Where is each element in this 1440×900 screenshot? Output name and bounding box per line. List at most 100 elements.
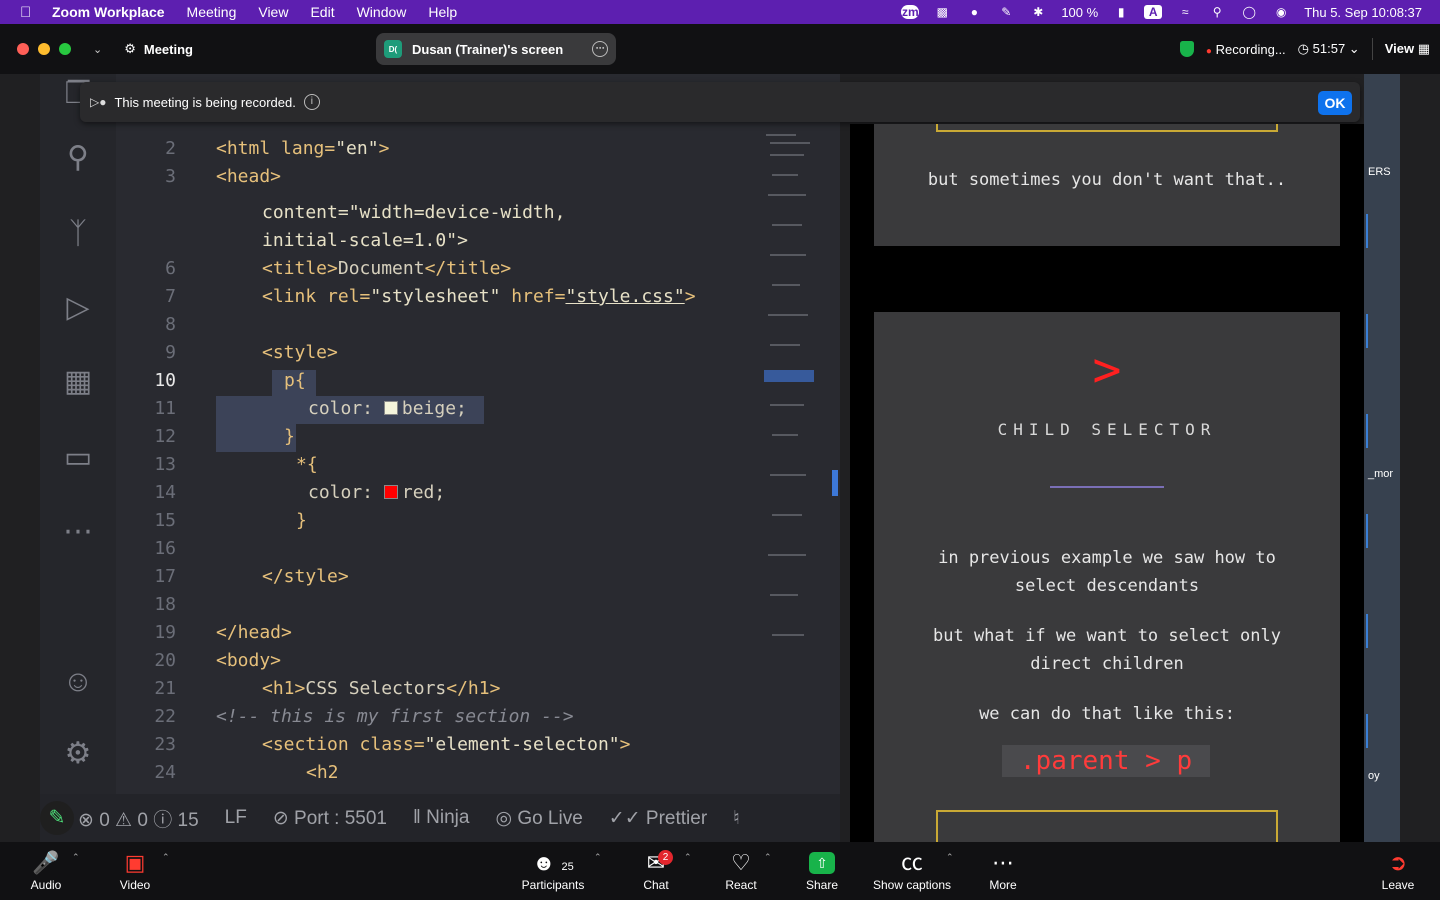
video-button[interactable]: ▣ Video (114, 848, 156, 892)
captions-icon: ㏄ (900, 850, 923, 875)
window-controls (17, 43, 71, 55)
siri-icon[interactable]: ◉ (1272, 5, 1290, 19)
line-numbers: 2 3 6 7 8 9 10 11 12 13 14 15 16 17 18 1… (116, 74, 226, 794)
eol-status[interactable]: LF (225, 807, 247, 829)
code-token: <title> (262, 258, 338, 279)
apple-icon[interactable]:  (20, 4, 36, 21)
source-control-icon[interactable]: ᛉ (58, 214, 98, 254)
audio-button[interactable]: 🎤 Audio (26, 848, 66, 892)
line-number: 18 (154, 594, 176, 615)
shared-screen-label: Dusan (Trainer)'s screen (412, 41, 564, 57)
security-shield-icon[interactable] (1179, 41, 1194, 57)
errors-count: 0 (99, 809, 110, 831)
strip-marker (1366, 414, 1368, 448)
layout-icon[interactable]: ▩ (933, 5, 951, 19)
code-area[interactable]: <html lang="en"> <head> content="width=d… (216, 74, 776, 794)
line-number: 15 (154, 510, 176, 531)
shared-screen-pill[interactable]: D( Dusan (Trainer)'s screen ⋯ (376, 33, 616, 65)
ninja-status[interactable]: ‖ Ninja (413, 807, 469, 829)
menu-datetime[interactable]: Thu 5. Sep 10:08:37 (1304, 5, 1422, 20)
recording-indicator[interactable]: ● Recording... (1206, 42, 1286, 57)
camera-icon: ▷● (90, 95, 107, 109)
account-icon[interactable]: ☺ (58, 662, 98, 702)
code-line: <html lang="en"> (216, 138, 389, 159)
code-token: "en" (335, 138, 379, 159)
meeting-info-button[interactable]: ⚙ Meeting (124, 41, 193, 57)
view-button[interactable]: View ▦ (1385, 41, 1430, 57)
run-debug-icon[interactable]: ▷ (58, 288, 98, 328)
menu-app-name[interactable]: Zoom Workplace (52, 4, 165, 20)
minimize-window-button[interactable] (38, 43, 50, 55)
code-comment: <!-- this is my first section --> (216, 706, 574, 727)
participants-button[interactable]: ☻ 25 Participants (516, 848, 590, 892)
preview-text: but sometimes you don't want that.. (927, 170, 1287, 190)
notifications-bell-icon[interactable]: ♮ (733, 807, 740, 830)
more-icon[interactable]: ⋯ (58, 512, 98, 552)
show-captions-button[interactable]: ㏄ Show captions (868, 848, 956, 892)
share-button[interactable]: ⇧ Share (802, 848, 842, 892)
menu-meeting[interactable]: Meeting (187, 4, 237, 20)
color-swatch[interactable] (383, 401, 398, 415)
battery-icon[interactable]: ▮ (1112, 5, 1130, 19)
color-swatch[interactable] (383, 485, 398, 499)
wifi-icon[interactable]: ≈ (1176, 5, 1194, 19)
code-link[interactable]: "style.css" (565, 286, 684, 307)
keyboard-icon[interactable]: A (1144, 5, 1163, 19)
bluetooth-icon[interactable]: ✱ (1029, 5, 1047, 19)
control-center-icon[interactable]: ◯ (1240, 5, 1258, 19)
code-line: <body> (216, 650, 282, 671)
search-icon[interactable]: ⚲ (1208, 5, 1226, 19)
code-line: <title>Document</title> (262, 258, 511, 279)
section-divider (1050, 486, 1164, 488)
pen-icon[interactable]: ✎ (997, 5, 1015, 19)
macos-menu-bar:  Zoom Workplace Meeting View Edit Windo… (0, 0, 1440, 24)
react-button[interactable]: ♡ React (720, 848, 762, 892)
strip-marker (1366, 214, 1368, 248)
line-number: 6 (165, 258, 176, 279)
remote-explorer-icon[interactable]: ▭ (58, 438, 98, 478)
code-line: color: red; (308, 482, 445, 503)
go-live-button[interactable]: ◎ Go Live (495, 807, 582, 830)
edit-pencil-icon[interactable]: ✎ (40, 801, 74, 835)
code-token: > (684, 286, 696, 307)
close-window-button[interactable] (17, 43, 29, 55)
prettier-status[interactable]: ✓✓ Prettier (609, 807, 707, 830)
minimap[interactable] (762, 134, 822, 654)
search-icon[interactable]: ⚲ (58, 138, 98, 178)
code-token: Document (337, 258, 425, 279)
settings-gear-icon[interactable]: ⚙ (58, 734, 98, 774)
menu-help[interactable]: Help (428, 4, 457, 20)
menu-view[interactable]: View (258, 4, 288, 20)
scrollbar-thumb[interactable] (832, 470, 838, 496)
line-number: 17 (154, 566, 176, 587)
menu-edit[interactable]: Edit (310, 4, 334, 20)
strip-text: oy (1368, 770, 1380, 782)
zoom-icon[interactable]: zm (901, 5, 920, 19)
code-token: color: (308, 482, 384, 503)
more-button[interactable]: ⋯ More (984, 848, 1022, 892)
leave-button[interactable]: ➲ Leave (1378, 848, 1418, 892)
menu-window[interactable]: Window (357, 4, 407, 20)
chevron-down-icon[interactable]: ⌄ (93, 43, 102, 56)
info-icon[interactable]: i (303, 94, 320, 110)
code-token: </title> (424, 258, 512, 279)
problems-status[interactable]: ⊗ 0 ⚠ 0 ⓘ 15 (78, 805, 199, 832)
meeting-label: Meeting (143, 41, 193, 57)
browser-preview: but sometimes you don't want that.. > CH… (850, 124, 1364, 842)
code-token: lang= (281, 138, 336, 159)
extensions-icon[interactable]: ▦ (58, 362, 98, 402)
ok-button[interactable]: OK (1318, 91, 1352, 115)
meeting-timer[interactable]: ◷ 51:57 ⌄ (1298, 41, 1360, 57)
code-token: beige; (401, 398, 467, 419)
hat-icon[interactable]: ● (965, 5, 983, 19)
port-status[interactable]: ⊘ Port : 5501 (273, 807, 387, 830)
chat-button[interactable]: ✉ 2 Chat (636, 848, 676, 892)
participant-video-strip[interactable]: ERS _mor oy (1364, 74, 1400, 842)
more-options-icon[interactable]: ⋯ (592, 41, 608, 57)
code-token: > (378, 138, 390, 159)
fullscreen-window-button[interactable] (59, 43, 71, 55)
code-token: class= (359, 734, 425, 755)
line-number: 20 (154, 650, 176, 671)
timer-value: 51:57 (1312, 41, 1346, 56)
shared-screen: ❐ ⚲ ᛉ ▷ ▦ ▭ ⋯ ☺ ⚙ 2 3 6 7 8 9 10 11 12 1… (0, 74, 1440, 842)
